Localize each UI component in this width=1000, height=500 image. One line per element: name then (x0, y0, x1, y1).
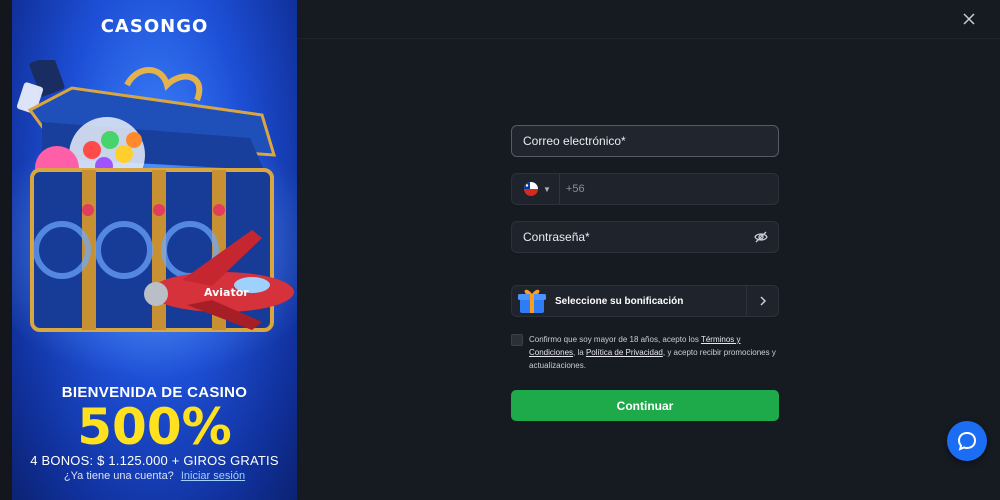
header-divider (297, 38, 1000, 39)
login-prompt: ¿Ya tiene una cuenta? Iniciar sesión (12, 470, 297, 482)
consent-text: Confirmo que soy mayor de 18 años, acept… (529, 333, 779, 372)
chat-button[interactable] (947, 421, 987, 461)
left-edge-strip (0, 0, 12, 500)
email-field[interactable] (511, 125, 779, 157)
aviator-label: Aviator (204, 286, 249, 299)
country-selector[interactable]: ▼ (512, 174, 560, 204)
close-button[interactable] (958, 8, 980, 30)
age-consent: Confirmo que soy mayor de 18 años, acept… (511, 333, 779, 372)
phone-prefix: +56 (565, 183, 585, 195)
gift-icon (518, 289, 546, 313)
bonus-arrow[interactable] (746, 286, 778, 316)
consent-checkbox[interactable] (511, 334, 523, 346)
treasure-chest-illustration: Aviator (16, 60, 294, 332)
privacy-link[interactable]: Política de Privacidad (586, 348, 663, 357)
continue-button[interactable]: Continuar (511, 390, 779, 421)
consent-prefix: Confirmo que soy mayor de 18 años, acept… (529, 335, 701, 344)
bonus-selector[interactable]: Seleccione su bonificación (511, 285, 779, 317)
phone-field[interactable]: ▼ +56 (511, 173, 779, 205)
close-icon (963, 13, 975, 25)
bonus-percent: 500% (77, 398, 232, 456)
bonus-label: Seleccione su bonificación (555, 295, 684, 307)
bonus-description: 4 BONOS: $ 1.125.000 + GIROS GRATIS (30, 453, 279, 468)
chevron-down-icon: ▼ (543, 184, 551, 194)
password-input[interactable] (512, 230, 778, 244)
chevron-right-icon (759, 296, 766, 306)
email-input[interactable] (512, 134, 778, 148)
chile-flag-icon (524, 182, 538, 196)
consent-mid: , la (573, 348, 586, 357)
eye-icon (754, 231, 768, 243)
password-field[interactable] (511, 221, 779, 253)
promo-banner: CASONGO Aviator BIENVENIDA DE CASINO 500… (12, 0, 297, 500)
account-question: ¿Ya tiene una cuenta? (63, 470, 174, 482)
login-link[interactable]: Iniciar sesión (181, 470, 245, 482)
chat-icon (957, 431, 977, 451)
brand-logo: CASONGO (100, 16, 209, 37)
show-password-button[interactable] (754, 231, 768, 246)
